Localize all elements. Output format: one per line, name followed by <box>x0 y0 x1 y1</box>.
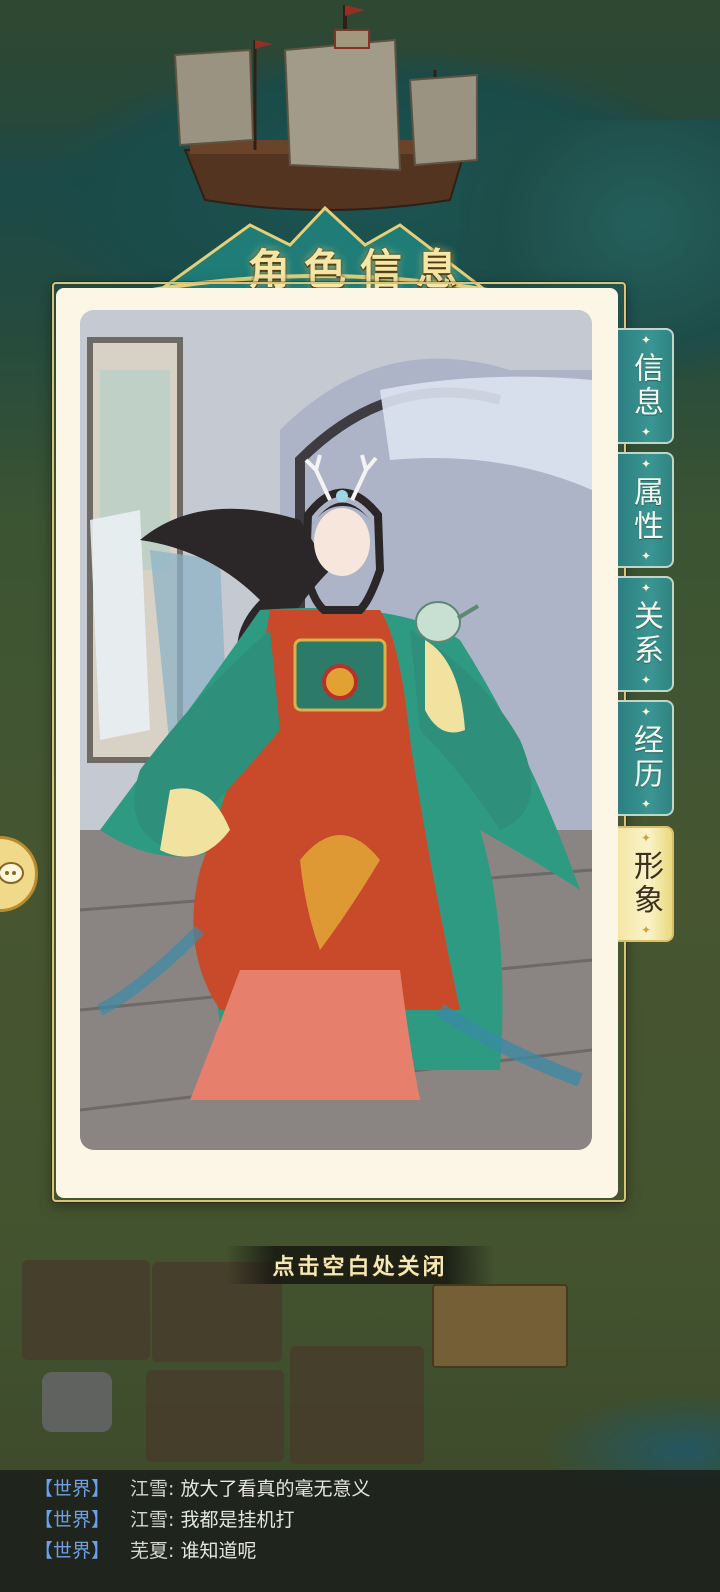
tab-ornament-icon: ✦ <box>640 923 652 937</box>
chat-channel: 【世界】 <box>34 1509 111 1531</box>
tab-ornament-icon: ✦ <box>640 457 652 471</box>
chat-line: 【世界】 芜夏: 谁知道呢 <box>0 1536 720 1567</box>
chat-separator: : <box>168 1478 175 1500</box>
chat-message: 我都是挂机打 <box>180 1509 295 1531</box>
chat-message: 谁知道呢 <box>180 1540 257 1562</box>
tab-ornament-icon: ✦ <box>640 673 652 687</box>
tab-label: 关系 <box>628 600 663 668</box>
chat-sender: 江雪 <box>130 1478 169 1500</box>
tab-label: 属性 <box>628 476 663 544</box>
close-hint-button[interactable]: 点击空白处关闭 <box>226 1246 494 1284</box>
tab-label: 形象 <box>628 850 663 918</box>
tab-ornament-icon: ✦ <box>640 831 652 845</box>
chat-channel: 【世界】 <box>34 1478 111 1500</box>
chat-separator: : <box>168 1540 175 1562</box>
tab-ornament-icon: ✦ <box>640 425 652 439</box>
tab-appearance[interactable]: ✦ 形象 ✦ <box>618 826 674 942</box>
tab-label: 经历 <box>628 724 663 792</box>
chat-sender: 芜夏 <box>130 1540 169 1562</box>
close-hint-label: 点击空白处关闭 <box>272 1254 448 1280</box>
tab-ornament-icon: ✦ <box>640 581 652 595</box>
character-portrait <box>80 310 592 1150</box>
chat-icon <box>0 862 24 884</box>
tab-history[interactable]: ✦ 经历 ✦ <box>618 700 674 816</box>
tab-attributes[interactable]: ✦ 属性 ✦ <box>618 452 674 568</box>
tab-label: 信息 <box>628 352 663 420</box>
tab-ornament-icon: ✦ <box>640 705 652 719</box>
tab-ornament-icon: ✦ <box>640 549 652 563</box>
chat-separator: : <box>168 1509 175 1531</box>
chat-line: 【世界】 江雪: 放大了看真的毫无意义 <box>0 1474 720 1505</box>
tab-ornament-icon: ✦ <box>640 797 652 811</box>
chat-line: 【世界】 江雪: 我都是挂机打 <box>0 1505 720 1536</box>
tab-ornament-icon: ✦ <box>640 333 652 347</box>
tab-relations[interactable]: ✦ 关系 ✦ <box>618 576 674 692</box>
chat-sender: 江雪 <box>130 1509 169 1531</box>
character-illustration <box>80 310 592 1150</box>
chat-message: 放大了看真的毫无意义 <box>180 1478 371 1500</box>
tab-info[interactable]: ✦ 信息 ✦ <box>618 328 674 444</box>
chat-log[interactable]: 【世界】 江雪: 放大了看真的毫无意义 【世界】 江雪: 我都是挂机打 【世界】 芜夏: 谁… <box>0 1470 720 1592</box>
chat-channel: 【世界】 <box>34 1540 111 1562</box>
